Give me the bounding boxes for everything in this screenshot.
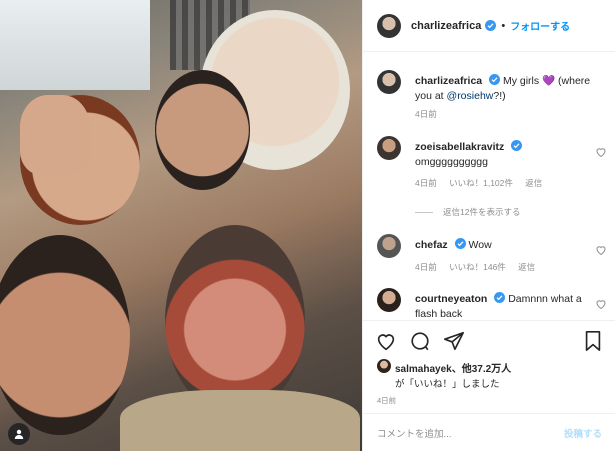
- view-replies-button[interactable]: 返信12件を表示する: [415, 206, 520, 218]
- comment-item: zoeisabellakravitz omgggggggggg 4日前 いいね！…: [377, 136, 607, 196]
- post-header: charlizeafrica • フォローする: [363, 0, 615, 52]
- comments-list[interactable]: charlizeafrica My girls 💜 (where you at …: [363, 58, 615, 320]
- verified-badge-icon: [511, 140, 523, 151]
- comment-icon[interactable]: [409, 330, 431, 352]
- heart-icon[interactable]: [595, 244, 607, 256]
- comment-username[interactable]: chefaz: [415, 239, 448, 251]
- comment-time: 4日前: [415, 262, 437, 272]
- heart-icon[interactable]: [595, 298, 607, 310]
- caption-text: charlizeafrica My girls 💜 (where you at …: [415, 74, 605, 104]
- comment-input[interactable]: コメントを追加...: [377, 426, 451, 440]
- user-tag-icon[interactable]: [8, 423, 30, 445]
- comment-text: zoeisabellakravitz omgggggggggg: [415, 140, 605, 170]
- caption-username[interactable]: charlizeafrica: [415, 75, 482, 87]
- heart-icon[interactable]: [595, 146, 607, 158]
- photo-hand-gesture: [20, 95, 90, 175]
- caption-mention[interactable]: @rosiehw: [447, 90, 494, 102]
- liker-avatar: [377, 359, 391, 373]
- author-avatar[interactable]: [377, 13, 401, 38]
- comment-item: courtneyeaton Damnnn what a flash back: [377, 288, 607, 320]
- comment-item: chefaz Wow 4日前 いいね！146件 返信: [377, 234, 607, 274]
- photo-person-dark-hair: [155, 70, 250, 190]
- header-separator: •: [501, 19, 506, 32]
- comment-username[interactable]: zoeisabellakravitz: [415, 141, 504, 153]
- comment-avatar[interactable]: [377, 234, 401, 258]
- caption-body-end: ?!): [493, 90, 506, 102]
- reply-button[interactable]: 返信: [525, 178, 542, 188]
- caption-avatar[interactable]: [377, 70, 401, 94]
- view-replies-label: 返信12件を表示する: [443, 207, 521, 217]
- verified-badge-icon: [485, 20, 497, 31]
- replies-divider: [415, 211, 433, 213]
- comment-avatar[interactable]: [377, 288, 401, 312]
- comment-body: omgggggggggg: [415, 156, 488, 168]
- comment-text: chefaz Wow: [415, 238, 605, 253]
- verified-badge-icon: [454, 238, 466, 249]
- post-action-bar: [363, 320, 615, 358]
- comment-username[interactable]: courtneyeaton: [415, 293, 487, 305]
- post-comment-button[interactable]: 投稿する: [564, 426, 602, 440]
- photo-person-curly-hair: [0, 235, 130, 435]
- follow-button[interactable]: フォローする: [510, 18, 570, 33]
- comment-meta: 4日前 いいね！1,102件 返信: [415, 177, 552, 189]
- comment-composer: コメントを追加... 投稿する: [363, 413, 615, 451]
- post-date: 4日前: [377, 396, 397, 405]
- reply-button[interactable]: 返信: [518, 262, 535, 272]
- likes-suffix: が「いいね！」しました: [395, 379, 500, 390]
- verified-badge-icon: [494, 292, 506, 303]
- instagram-post-modal: charlizeafrica • フォローする charlizeafrica M…: [0, 0, 615, 451]
- liker-username[interactable]: salmahayek: [395, 364, 452, 375]
- caption-time: 4日前: [415, 109, 437, 119]
- verified-badge-icon: [489, 74, 501, 85]
- comment-text: courtneyeaton Damnnn what a flash back: [415, 292, 605, 320]
- comment-avatar[interactable]: [377, 136, 401, 160]
- comment-meta: 4日前 いいね！146件 返信: [415, 261, 545, 273]
- photo-person-center: [165, 225, 305, 415]
- comment-likes[interactable]: いいね！1,102件: [449, 178, 513, 188]
- caption-item: charlizeafrica My girls 💜 (where you at …: [377, 70, 607, 120]
- author-username[interactable]: charlizeafrica: [411, 20, 481, 32]
- likes-others[interactable]: 、他37.2万人: [452, 364, 511, 375]
- heart-icon[interactable]: [375, 330, 397, 352]
- bookmark-icon[interactable]: [582, 330, 604, 352]
- photo-shirt: [120, 390, 360, 451]
- likes-line: salmahayek、他37.2万人: [395, 360, 511, 375]
- comment-time: 4日前: [415, 178, 437, 188]
- share-icon[interactable]: [443, 330, 465, 352]
- post-side-panel: charlizeafrica • フォローする charlizeafrica M…: [362, 0, 615, 451]
- comment-likes[interactable]: いいね！146件: [449, 262, 506, 272]
- photo-window-background: [0, 0, 150, 90]
- post-photo[interactable]: [0, 0, 362, 451]
- comment-body: Wow: [468, 239, 492, 251]
